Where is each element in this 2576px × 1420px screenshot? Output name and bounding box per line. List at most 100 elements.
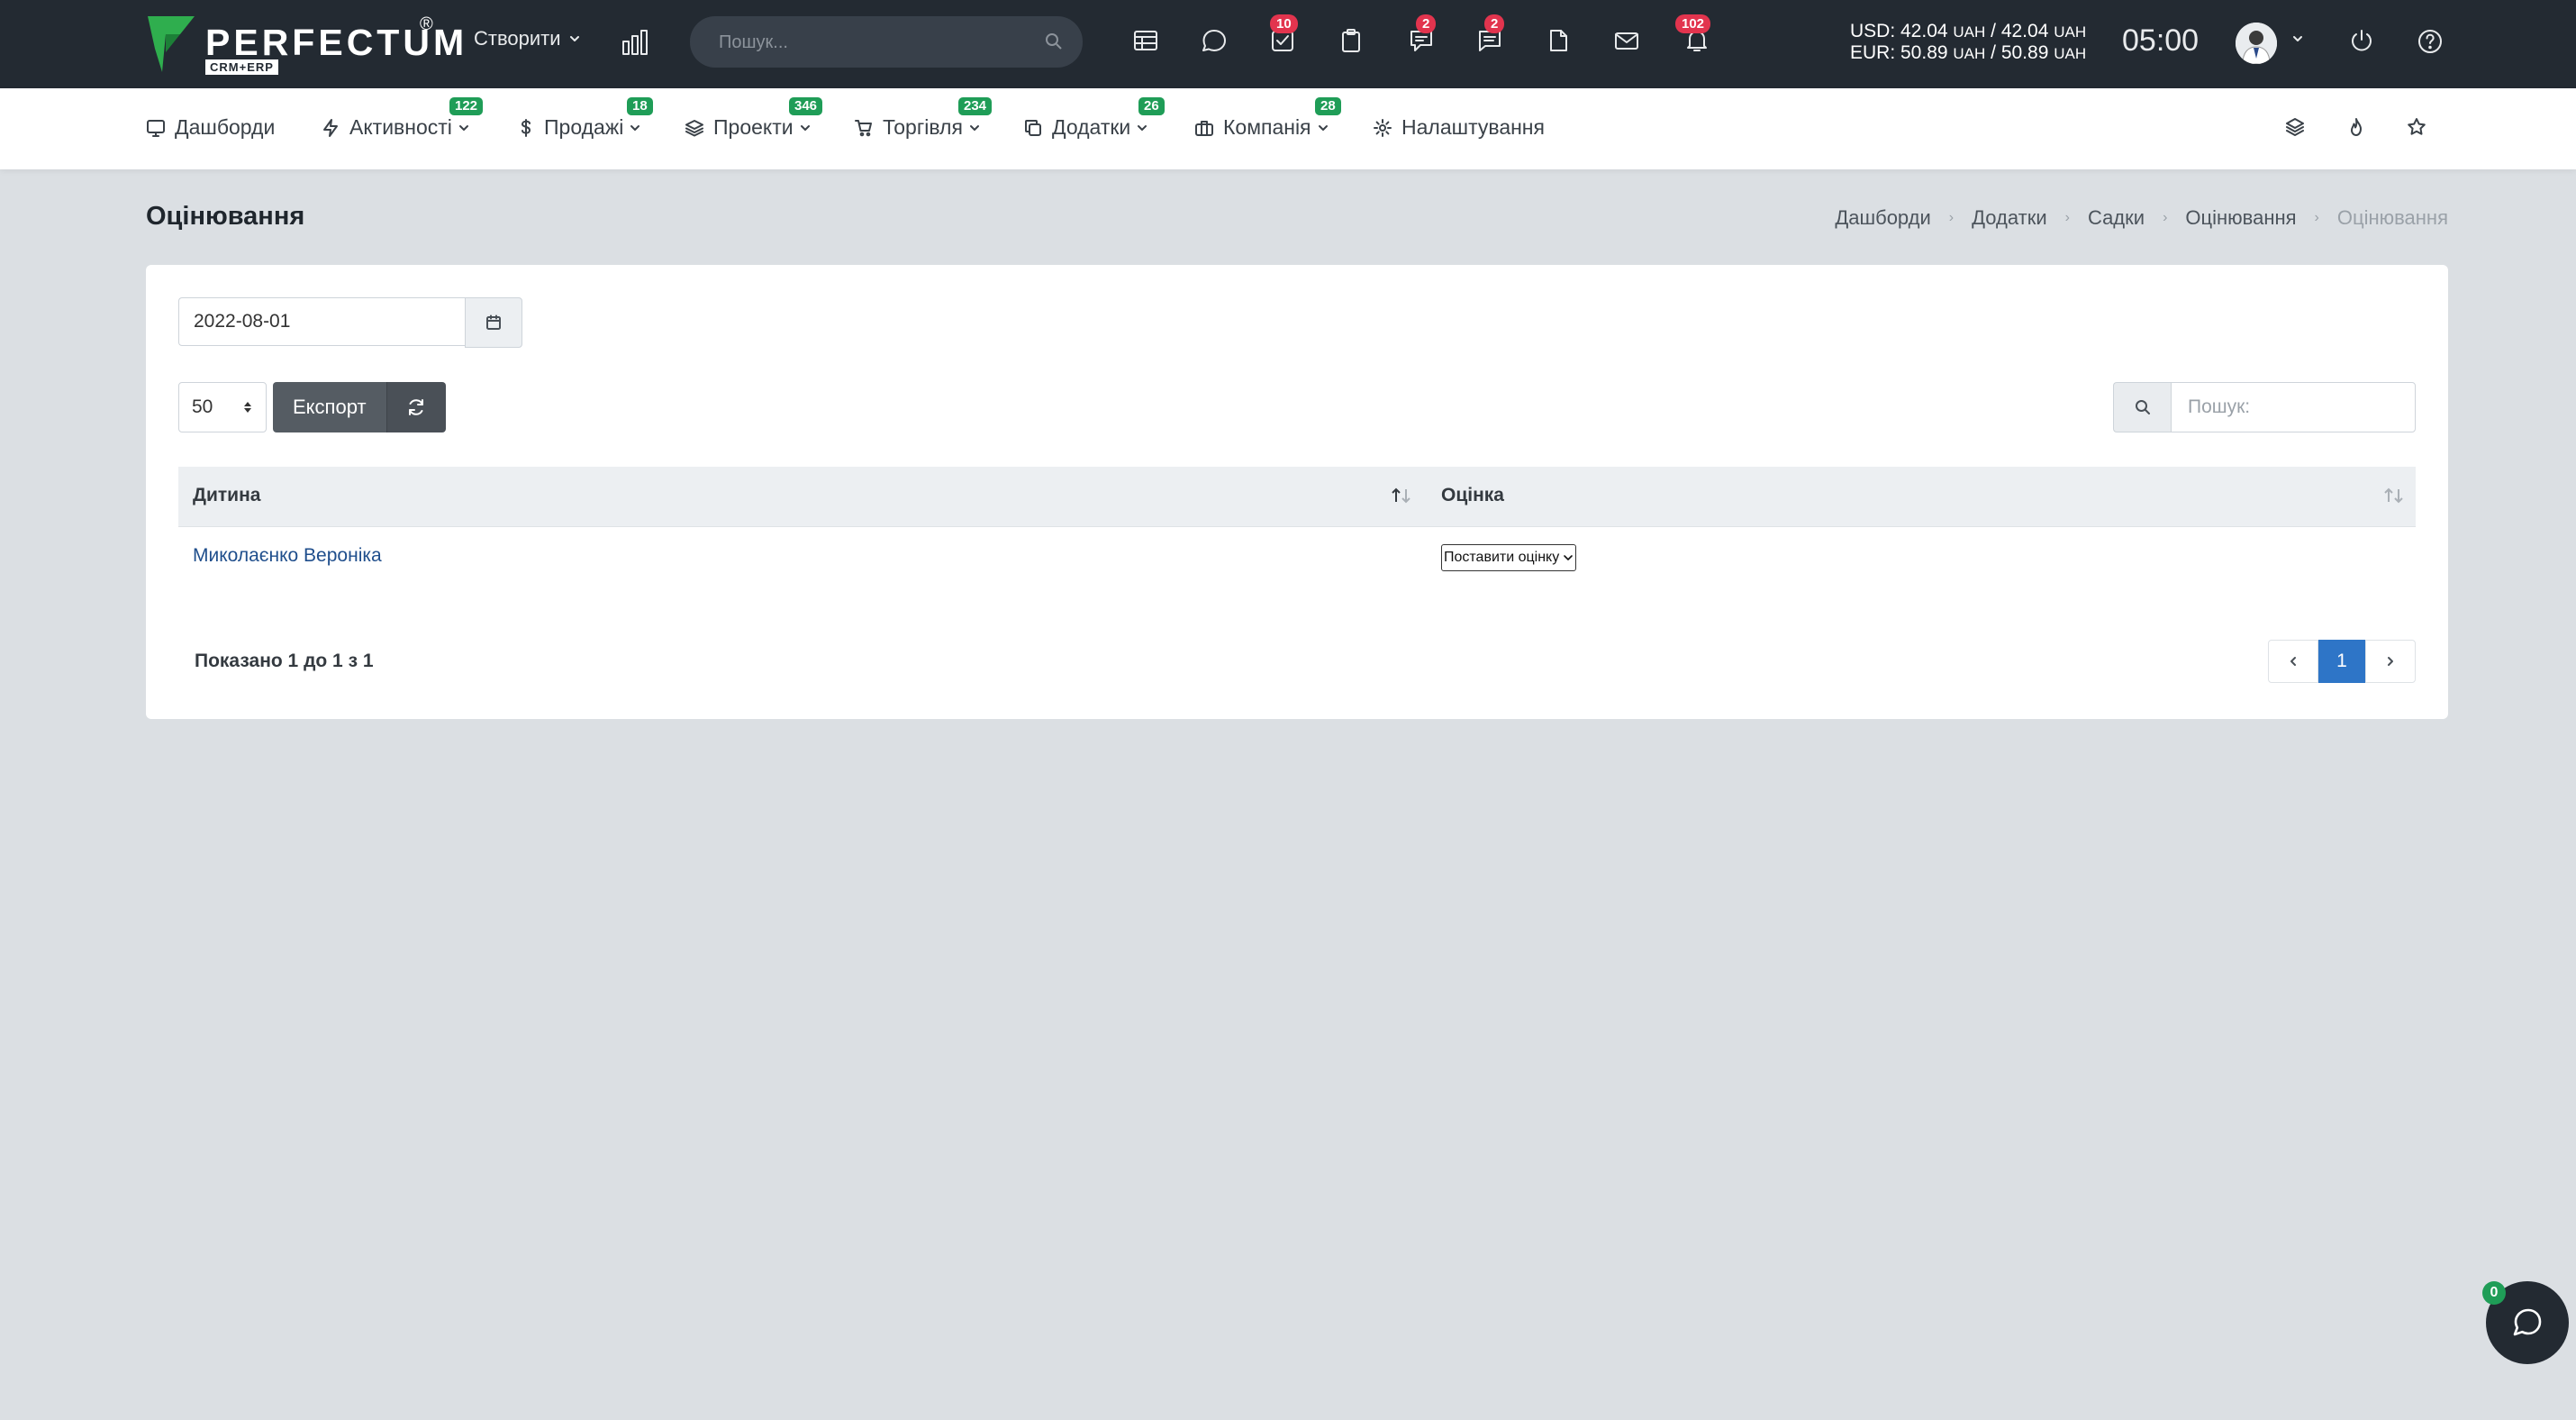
bar-chart-icon: [622, 30, 648, 55]
nav-item-settings[interactable]: Налаштування: [1373, 115, 1545, 140]
global-search-input[interactable]: [717, 16, 1027, 69]
child-name-link[interactable]: Миколаєнко Вероніка: [193, 545, 382, 567]
notifications-button[interactable]: 102: [1675, 14, 1715, 61]
chevron-down-icon: [569, 36, 579, 41]
date-input[interactable]: [178, 297, 465, 346]
date-filter: [178, 297, 522, 348]
dollar-icon: [522, 118, 531, 137]
gear-icon: [1374, 118, 1392, 137]
chat-button[interactable]: 2: [1472, 14, 1508, 61]
chevron-right-icon: ›: [1948, 210, 1955, 225]
export-button[interactable]: Експорт: [273, 382, 386, 432]
table-search: [2113, 382, 2416, 432]
pagination: 1: [2268, 640, 2416, 683]
nav-item-dashboards[interactable]: Дашборди: [146, 115, 275, 140]
mail-button[interactable]: [1609, 25, 1645, 61]
layers-icon: [685, 119, 703, 136]
clock: 05:00: [2122, 23, 2200, 58]
grading-card: 50 Експорт Дитина Оцінка Миколаєнк: [146, 265, 2448, 719]
favorites-button[interactable]: [2406, 116, 2427, 138]
user-menu-toggle[interactable]: [2291, 32, 2304, 45]
fire-icon: [2351, 118, 2362, 136]
breadcrumb-item-addons[interactable]: Додатки: [1972, 206, 2046, 230]
breadcrumb-item-dashboards[interactable]: Дашборди: [1835, 206, 1930, 230]
table-info: Показано 1 до 1 з 1: [195, 651, 374, 671]
logo-mark-icon: [148, 16, 195, 72]
per-page-select[interactable]: 50: [178, 382, 267, 432]
column-header-grade[interactable]: Оцінка: [1441, 485, 1504, 506]
messages-button[interactable]: [1196, 25, 1232, 61]
briefcase-icon: [1195, 120, 1213, 136]
page-title: Оцінювання: [146, 202, 305, 231]
monitor-icon: [147, 119, 165, 137]
pagination-next[interactable]: [2365, 640, 2416, 683]
breadcrumb-item-kindergartens[interactable]: Садки: [2088, 206, 2145, 230]
pagination-page-current[interactable]: 1: [2318, 640, 2365, 683]
table-search-button[interactable]: [2113, 382, 2171, 432]
nav-item-trade[interactable]: Торгівля 234: [854, 97, 993, 140]
brand-logo[interactable]: PERFECTUM ® CRM+ERP: [146, 13, 464, 76]
table-actions: Експорт: [273, 382, 446, 432]
addons-badge: 26: [1138, 97, 1165, 115]
stack-icon: [2286, 118, 2304, 136]
chevron-right-icon: ›: [2064, 210, 2070, 225]
eur-rate: EUR: 50.89 UAH / 50.89 UAH: [1850, 42, 2087, 63]
sort-icon[interactable]: [2383, 487, 2405, 505]
calendar-table-button[interactable]: [1128, 25, 1164, 61]
documents-button[interactable]: [1540, 25, 1576, 61]
sales-badge: 18: [627, 97, 653, 115]
clipboard-button[interactable]: [1333, 25, 1369, 61]
chevron-left-icon: [2290, 657, 2296, 666]
tasks-button[interactable]: 10: [1265, 14, 1301, 61]
usd-rate: USD: 42.04 UAH / 42.04 UAH: [1850, 21, 2087, 41]
chat-badge: 0: [2482, 1281, 2506, 1305]
grade-select[interactable]: Поставити оцінку: [1441, 544, 1577, 571]
chat-bubble-icon: [2513, 1308, 2542, 1336]
search-icon[interactable]: [1045, 32, 1063, 50]
create-dropdown[interactable]: Створити: [474, 27, 581, 50]
logout-button[interactable]: [2344, 25, 2380, 61]
mail-icon: [1615, 32, 1638, 50]
nav-item-company[interactable]: Компанія 28: [1194, 97, 1341, 140]
hot-button[interactable]: [2345, 116, 2367, 138]
chevron-right-icon: ›: [2163, 210, 2168, 225]
help-button[interactable]: [2412, 25, 2448, 61]
column-header-child[interactable]: Дитина: [193, 485, 260, 506]
reports-button[interactable]: [620, 27, 650, 58]
chevron-down-icon: [800, 124, 810, 131]
power-icon: [2352, 30, 2372, 51]
activities-badge: 122: [449, 97, 484, 115]
comments-button[interactable]: 2: [1403, 14, 1439, 61]
top-bar: PERFECTUM ® CRM+ERP Створити 10: [0, 0, 2576, 88]
sort-asc-icon[interactable]: [1391, 487, 1412, 505]
table-search-input[interactable]: [2171, 382, 2416, 432]
brand-registered: ®: [420, 14, 433, 34]
chevron-down-icon: [1564, 555, 1574, 560]
chevron-down-icon: [1318, 124, 1328, 131]
lightning-icon: [323, 118, 338, 137]
nav-item-addons[interactable]: Додатки 26: [1023, 97, 1165, 140]
layers-button[interactable]: [2284, 116, 2306, 138]
star-icon: [2408, 118, 2426, 135]
chat-bubble-icon: [1202, 30, 1226, 51]
support-chat-button[interactable]: 0: [2482, 1281, 2569, 1364]
breadcrumb-item-current: Оцінювання: [2336, 206, 2448, 229]
breadcrumb-item-grading[interactable]: Оцінювання: [2185, 206, 2296, 230]
nav-item-activities[interactable]: Активності 122: [321, 97, 484, 140]
comments-badge: 2: [1416, 14, 1437, 33]
user-photo-icon: [2236, 23, 2277, 64]
trade-badge: 234: [958, 97, 993, 115]
date-picker-button[interactable]: [465, 297, 522, 348]
user-avatar[interactable]: [2236, 23, 2277, 64]
nav-item-projects[interactable]: Проекти 346: [685, 97, 823, 140]
shopping-cart-icon: [855, 119, 872, 136]
chevron-down-icon: [1138, 124, 1147, 131]
refresh-button[interactable]: [385, 382, 446, 432]
main-navigation: Дашборди Активності 122 Продажі 18 Проек…: [0, 88, 2576, 169]
search-icon: [2135, 400, 2150, 414]
pagination-prev[interactable]: [2268, 640, 2318, 683]
nav-item-sales[interactable]: Продажі 18: [517, 97, 653, 140]
help-icon: [2418, 30, 2442, 53]
projects-badge: 346: [789, 97, 823, 115]
file-icon: [1550, 30, 1567, 51]
